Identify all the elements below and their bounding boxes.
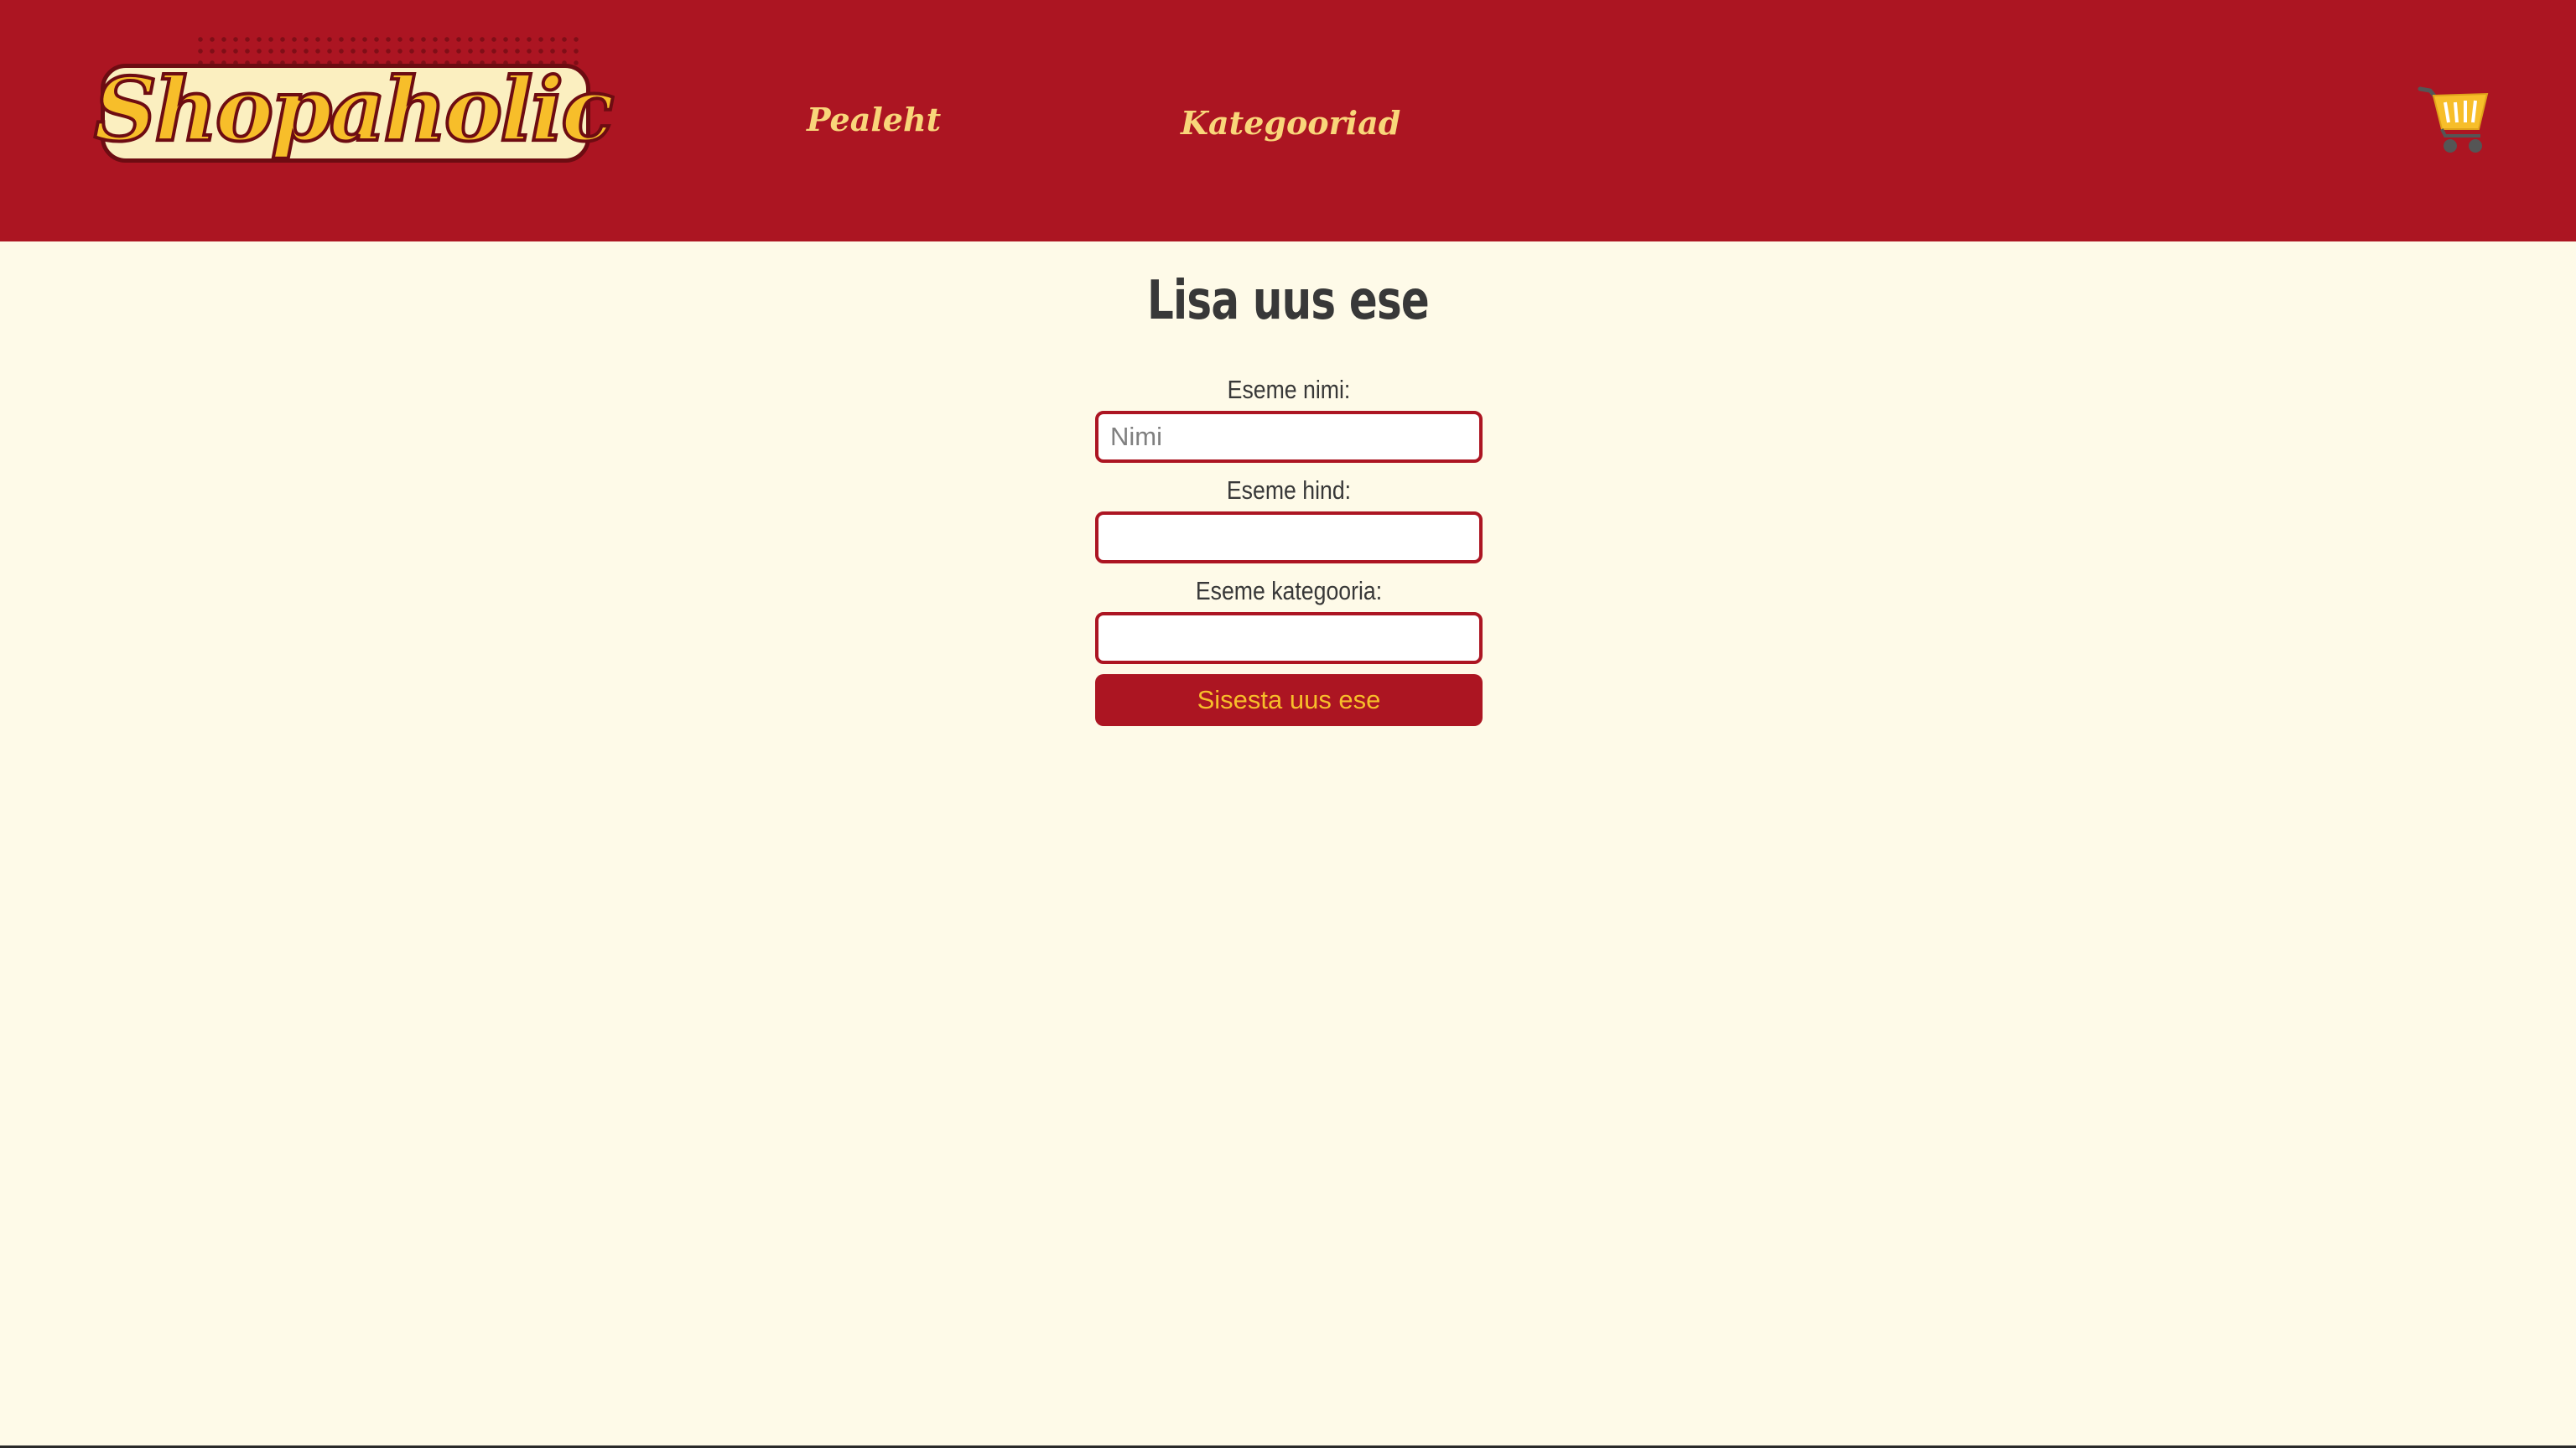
item-price-label: Eseme hind: bbox=[1226, 475, 1352, 505]
page-title: Lisa uus ese bbox=[1147, 270, 1430, 332]
item-category-input[interactable] bbox=[1095, 612, 1483, 664]
nav-link-categories[interactable]: Kategooriad bbox=[1181, 104, 1400, 142]
item-price-input[interactable] bbox=[1095, 511, 1483, 563]
item-name-label: Eseme nimi: bbox=[1227, 375, 1351, 404]
item-name-input[interactable] bbox=[1095, 411, 1483, 463]
site-header: Shopaholic Pealeht Kategooriad bbox=[0, 0, 2576, 241]
shopaholic-logo[interactable]: Shopaholic bbox=[92, 34, 616, 176]
shopping-cart-icon[interactable] bbox=[2417, 84, 2490, 156]
add-item-form: Eseme nimi: Eseme hind: Eseme kategooria… bbox=[1095, 369, 1483, 726]
nav-link-home[interactable]: Pealeht bbox=[807, 101, 941, 138]
item-category-label: Eseme kategooria: bbox=[1195, 576, 1383, 605]
submit-item-button[interactable]: Sisesta uus ese bbox=[1095, 674, 1483, 726]
logo-text: Shopaholic bbox=[92, 56, 616, 163]
